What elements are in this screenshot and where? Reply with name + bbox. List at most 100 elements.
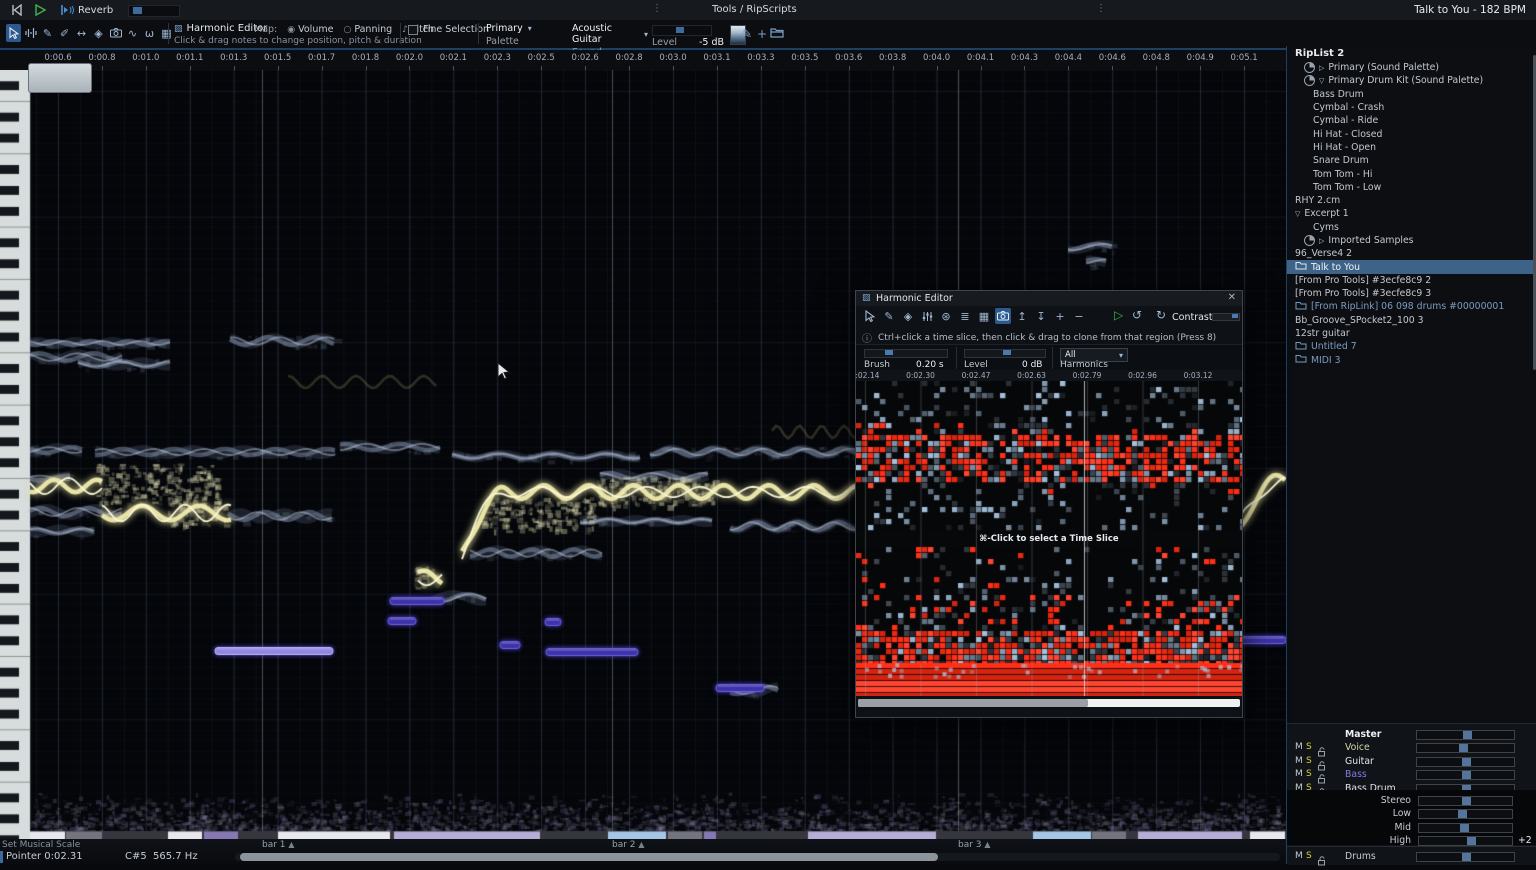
- move-tool-icon[interactable]: ↔: [74, 24, 89, 42]
- volume-slider[interactable]: [1416, 730, 1515, 740]
- riplist-item[interactable]: Untitled 7: [1287, 340, 1536, 353]
- solo-button[interactable]: S: [1306, 756, 1312, 766]
- time-ruler[interactable]: 0:00.60:00.80:01.00:01.10:01.30:01.50:01…: [0, 50, 1286, 70]
- volume-slider-thumb[interactable]: [1458, 810, 1467, 818]
- stamp-tool-icon[interactable]: ▦: [976, 308, 992, 324]
- curve-tool-icon[interactable]: ∿: [125, 24, 140, 42]
- he-refresh-icon[interactable]: ↻: [1156, 308, 1166, 322]
- brush-slider-thumb[interactable]: [885, 350, 893, 355]
- collapse-icon[interactable]: ▽: [1295, 210, 1300, 218]
- riplist-item[interactable]: ▷Primary (Sound Palette): [1287, 61, 1536, 74]
- volume-slider[interactable]: [1418, 796, 1513, 806]
- riplist-item[interactable]: 96_Verse4 2: [1287, 247, 1536, 260]
- waveform-tool-icon[interactable]: [23, 24, 38, 42]
- he-level-slider-thumb[interactable]: [1003, 350, 1011, 355]
- riplist-item[interactable]: [From RipLink] 06 098 drums #00000001: [1287, 300, 1536, 313]
- solo-button[interactable]: S: [1306, 769, 1312, 779]
- volume-slider[interactable]: [1416, 852, 1515, 862]
- solo-button[interactable]: S: [1306, 742, 1312, 752]
- map-option-volume[interactable]: ◉Volume: [287, 24, 333, 35]
- pointer-tool-icon[interactable]: [862, 308, 878, 324]
- skip-to-start-button[interactable]: [10, 2, 23, 18]
- close-icon[interactable]: ✕: [1228, 292, 1236, 303]
- clone-tool-icon[interactable]: ⊛: [938, 308, 954, 324]
- he-time-ruler[interactable]: 0:02.140:02.300:02.470:02.630:02.790:02.…: [856, 370, 1242, 381]
- he-scrollbar[interactable]: [858, 699, 1240, 707]
- riplist-item[interactable]: ▽Excerpt 1: [1287, 207, 1536, 220]
- bar-marker[interactable]: bar 1 ▲: [262, 840, 295, 850]
- reverb-slider[interactable]: [128, 5, 180, 17]
- expand-icon[interactable]: ▷: [1319, 237, 1324, 245]
- raise-top-tool-icon[interactable]: ↥: [1014, 308, 1030, 324]
- volume-slider-thumb[interactable]: [1462, 758, 1471, 766]
- mute-button[interactable]: M: [1295, 742, 1303, 752]
- volume-slider[interactable]: [1416, 770, 1515, 780]
- stamp-tool-icon[interactable]: ▦: [159, 24, 174, 42]
- horizontal-scrollbar[interactable]: [235, 853, 1280, 861]
- riplist-item[interactable]: Cymbal - Ride: [1287, 114, 1536, 127]
- subtract-tool-icon[interactable]: −: [1071, 308, 1087, 324]
- riplist-item[interactable]: ▽Primary Drum Kit (Sound Palette): [1287, 74, 1536, 87]
- riplist-item[interactable]: ▷Imported Samples: [1287, 234, 1536, 247]
- mute-button[interactable]: M: [1295, 851, 1303, 861]
- camera-tool-icon[interactable]: [995, 308, 1011, 324]
- riplist-item[interactable]: Tom Tom - Hi: [1287, 167, 1536, 180]
- zoom-scale-widget[interactable]: [28, 63, 92, 93]
- pencil-tool-icon[interactable]: ✎: [40, 24, 55, 42]
- riplist-item[interactable]: Bb_Groove_SPocket2_100 3: [1287, 314, 1536, 327]
- collapse-icon[interactable]: ▽: [1319, 77, 1324, 85]
- contrast-slider-thumb[interactable]: [1232, 314, 1238, 318]
- bar-marker[interactable]: bar 2 ▲: [612, 840, 645, 850]
- lower-bottom-tool-icon[interactable]: ↧: [1033, 308, 1049, 324]
- unlock-icon[interactable]: [1317, 851, 1327, 870]
- reverb-slider-thumb[interactable]: [133, 7, 142, 14]
- menu-dots-icon[interactable]: ⋮: [1096, 3, 1106, 14]
- riplist-item[interactable]: MIDI 3: [1287, 354, 1536, 367]
- fine-selection-checkbox[interactable]: [408, 25, 418, 35]
- wave-tool-icon[interactable]: ω: [142, 24, 157, 42]
- riplist-item[interactable]: Talk to You: [1287, 260, 1536, 273]
- eraser-tool-icon[interactable]: ◈: [900, 308, 916, 324]
- riplist-item[interactable]: 12str guitar: [1287, 327, 1536, 340]
- map-option-panning[interactable]: ○Panning: [343, 24, 392, 35]
- harmonic-editor-titlebar[interactable]: ▨ Harmonic Editor ✕: [856, 291, 1242, 306]
- edit-pencil-icon[interactable]: ✎: [742, 27, 752, 41]
- eraser-tool-icon[interactable]: ◈: [91, 24, 106, 42]
- solo-button[interactable]: S: [1306, 851, 1312, 861]
- volume-slider[interactable]: [1416, 757, 1515, 767]
- riplist-item[interactable]: [From Pro Tools] #3ecfe8c9 3: [1287, 287, 1536, 300]
- horizontal-scrollbar-thumb[interactable]: [240, 853, 938, 861]
- riplist-item[interactable]: Cymbal - Crash: [1287, 101, 1536, 114]
- play-button[interactable]: [34, 2, 47, 18]
- volume-slider-thumb[interactable]: [1460, 824, 1469, 832]
- pencil-tool-icon[interactable]: ✎: [881, 308, 897, 324]
- level-slider[interactable]: [652, 25, 712, 36]
- volume-slider-thumb[interactable]: [1459, 744, 1468, 752]
- he-history-icon[interactable]: ↺: [1132, 308, 1142, 322]
- bar-marker[interactable]: bar 3 ▲: [958, 840, 991, 850]
- set-musical-scale-label[interactable]: Set Musical Scale: [2, 840, 80, 850]
- volume-slider[interactable]: [1416, 743, 1515, 753]
- riplist-item[interactable]: Tom Tom - Low: [1287, 181, 1536, 194]
- volume-slider-thumb[interactable]: [1463, 731, 1472, 739]
- brush-slider[interactable]: [864, 349, 948, 358]
- fine-selection-toggle[interactable]: Fine Selection: [408, 24, 489, 35]
- volume-slider-thumb[interactable]: [1462, 853, 1471, 861]
- pointer-tool-icon[interactable]: [6, 24, 21, 42]
- riplist-item[interactable]: Hi Hat - Open: [1287, 141, 1536, 154]
- riplist-item[interactable]: Bass Drum: [1287, 88, 1536, 101]
- volume-slider[interactable]: [1418, 809, 1513, 819]
- riplist-item[interactable]: Snare Drum: [1287, 154, 1536, 167]
- riplist-item[interactable]: [From Pro Tools] #3ecfe8c9 2: [1287, 274, 1536, 287]
- volume-slider-thumb[interactable]: [1462, 797, 1471, 805]
- add-icon[interactable]: +: [757, 27, 767, 41]
- brush-tool-icon[interactable]: ✐: [57, 24, 72, 42]
- reverb-button[interactable]: Reverb: [60, 2, 113, 18]
- volume-slider[interactable]: [1418, 836, 1513, 846]
- add-tool-icon[interactable]: +: [1052, 308, 1068, 324]
- he-play-button[interactable]: ▷: [1114, 308, 1123, 322]
- folder-open-icon[interactable]: [770, 27, 784, 41]
- camera-tool-icon[interactable]: [108, 24, 123, 42]
- expand-icon[interactable]: ▷: [1319, 64, 1324, 72]
- palette-select[interactable]: Primary▾ Palette: [486, 23, 566, 47]
